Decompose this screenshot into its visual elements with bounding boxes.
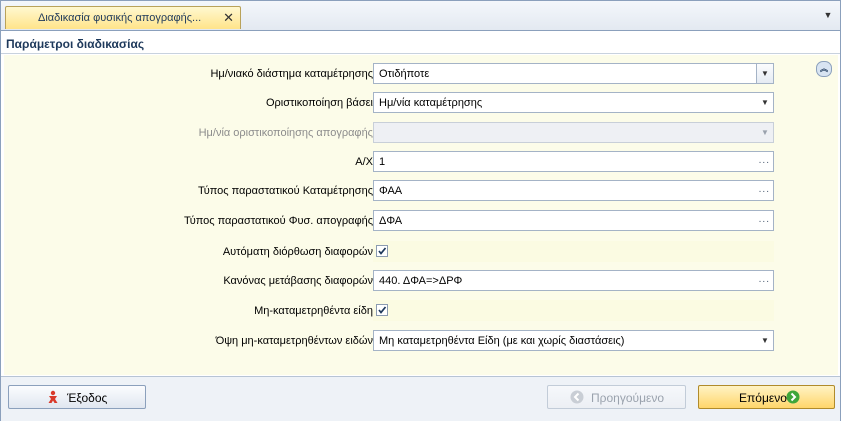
chevron-down-icon[interactable]: ▼ — [757, 93, 773, 112]
row-ax: Α/Χ 1 ... — [4, 151, 838, 173]
diff-rule-lookup-field[interactable]: 440. ΔΦΑ=>ΔΡΦ ... — [373, 270, 774, 291]
row-finalize-by: Οριστικοποίηση βάσει Ημ/νία καταμέτρησης… — [4, 92, 838, 114]
row-count-doc-type: Τύπος παραστατικού Καταμέτρησης ΦΑΑ ... — [4, 180, 838, 202]
arrow-left-icon — [570, 390, 584, 404]
previous-label: Προηγούμενο — [591, 391, 665, 405]
chevron-down-icon: ▼ — [761, 128, 769, 137]
field-label: Ημ/νία οριστικοποίησης απογραφής — [198, 127, 373, 139]
finalize-date-dropdown: ▼ — [373, 122, 774, 143]
count-doc-type-lookup-field[interactable]: ΦΑΑ ... — [373, 180, 774, 201]
next-button[interactable]: Επόμενο — [698, 385, 835, 409]
auto-correct-checkbox[interactable] — [376, 245, 388, 257]
chevron-down-icon[interactable]: ▼ — [756, 64, 773, 83]
checkmark-icon — [378, 247, 387, 255]
tab-document[interactable]: Διαδικασία φυσικής απογραφής... ✕ — [5, 6, 241, 29]
checkbox-area — [373, 300, 774, 321]
row-date-range: Ημ/νιακό διάστημα καταμέτρησης Οτιδήποτε… — [4, 63, 838, 85]
field-label: Όψη μη-καταμετρηθέντων ειδών — [215, 335, 373, 347]
field-label: Αυτόματη διόρθωση διαφορών — [222, 246, 373, 258]
row-uncounted-view: Όψη μη-καταμετρηθέντων ειδών Μη καταμετρ… — [4, 330, 838, 352]
checkmark-icon — [378, 306, 387, 314]
group-header: Παράμετροι διαδικασίας — [1, 31, 840, 54]
field-label: Τύπος παραστατικού Φυσ. απογραφής — [183, 215, 373, 227]
next-label: Επόμενο — [739, 391, 787, 405]
row-uncounted-items: Μη-καταμετρηθέντα είδη — [4, 300, 838, 322]
chevron-down-icon[interactable]: ▼ — [757, 331, 773, 350]
inventory-doc-type-lookup-field[interactable]: ΔΦΑ ... — [373, 210, 774, 231]
field-value: ΔΦΑ — [379, 215, 403, 227]
close-icon[interactable]: ✕ — [223, 10, 234, 26]
ellipsis-icon[interactable]: ... — [759, 184, 770, 195]
parameters-panel: ︽ Ημ/νιακό διάστημα καταμέτρησης Οτιδήπο… — [4, 55, 838, 375]
field-label: Ημ/νιακό διάστημα καταμέτρησης — [210, 68, 373, 80]
row-inventory-doc-type: Τύπος παραστατικού Φυσ. απογραφής ΔΦΑ ..… — [4, 210, 838, 232]
field-label: Τύπος παραστατικού Καταμέτρησης — [197, 185, 373, 197]
uncounted-items-checkbox[interactable] — [376, 304, 388, 316]
tab-strip: Διαδικασία φυσικής απογραφής... ✕ ▼ — [1, 1, 840, 31]
field-value: 440. ΔΦΑ=>ΔΡΦ — [379, 275, 463, 287]
exit-icon — [48, 390, 58, 403]
ellipsis-icon[interactable]: ... — [759, 214, 770, 225]
row-finalize-date: Ημ/νία οριστικοποίησης απογραφής ▼ — [4, 122, 838, 144]
uncounted-view-dropdown[interactable]: Μη καταμετρηθέντα Είδη (με και χωρίς δια… — [373, 330, 774, 351]
finalize-by-dropdown[interactable]: Ημ/νία καταμέτρησης ▼ — [373, 92, 774, 113]
exit-label: Έξοδος — [67, 391, 108, 405]
ellipsis-icon[interactable]: ... — [759, 155, 770, 166]
tab-title: Διαδικασία φυσικής απογραφής... — [38, 12, 202, 24]
tab-menu-chevron-down-icon[interactable]: ▼ — [822, 9, 834, 21]
field-value: 1 — [379, 156, 386, 168]
group-title: Παράμετροι διαδικασίας — [6, 37, 145, 51]
date-range-dropdown[interactable]: Οτιδήποτε ▼ — [373, 63, 774, 84]
exit-button[interactable]: Έξοδος — [8, 385, 146, 409]
field-label: Μη-καταμετρηθέντα είδη — [254, 305, 373, 317]
row-auto-correct: Αυτόματη διόρθωση διαφορών — [4, 241, 838, 263]
checkbox-area — [373, 241, 774, 262]
arrow-right-icon — [786, 390, 800, 404]
ellipsis-icon[interactable]: ... — [759, 274, 770, 285]
field-value: Μη καταμετρηθέντα Είδη (με και χωρίς δια… — [379, 335, 625, 347]
field-label: Α/Χ — [355, 156, 373, 168]
window-frame: Διαδικασία φυσικής απογραφής... ✕ ▼ Παρά… — [0, 0, 841, 421]
field-value: Ημ/νία καταμέτρησης — [379, 97, 483, 109]
field-value: ΦΑΑ — [379, 185, 403, 197]
field-value: Οτιδήποτε — [379, 68, 430, 80]
row-diff-rule: Κανόνας μετάβασης διαφορών 440. ΔΦΑ=>ΔΡΦ… — [4, 270, 838, 292]
footer-bar: Έξοδος Προηγούμενο Επόμενο — [1, 376, 840, 421]
field-label: Οριστικοποίηση βάσει — [265, 97, 373, 109]
field-label: Κανόνας μετάβασης διαφορών — [223, 275, 373, 287]
ax-lookup-field[interactable]: 1 ... — [373, 151, 774, 172]
previous-button[interactable]: Προηγούμενο — [547, 385, 686, 409]
